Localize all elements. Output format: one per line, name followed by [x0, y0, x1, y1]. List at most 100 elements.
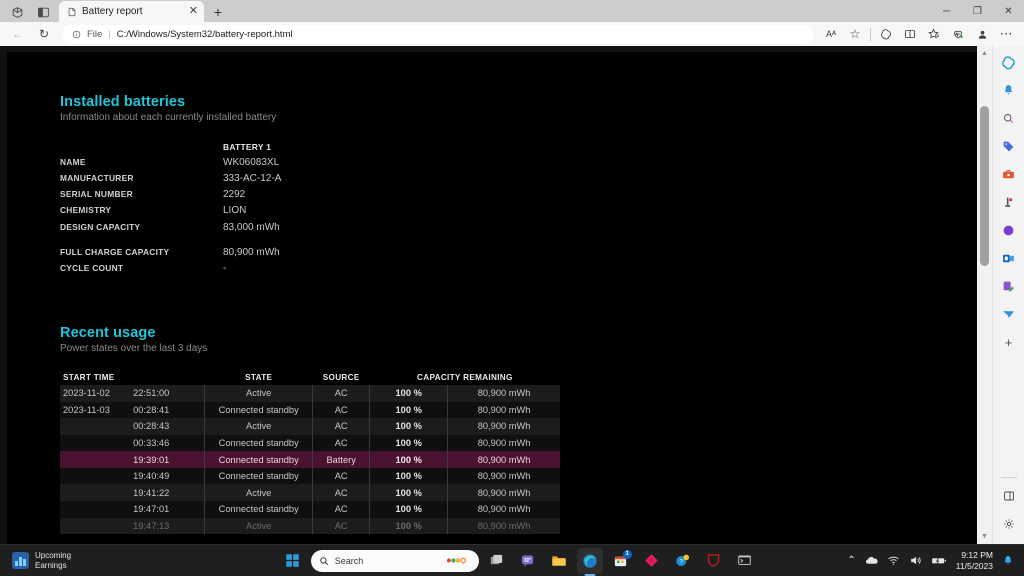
new-tab-button[interactable]: +	[206, 2, 230, 22]
cell-percent: 100 %	[369, 501, 449, 518]
sidebar-item-copilot[interactable]	[996, 49, 1022, 75]
row-value: -	[223, 263, 227, 275]
back-icon[interactable]: ←	[6, 23, 30, 45]
wifi-icon[interactable]	[887, 554, 900, 567]
cell-source: AC	[312, 517, 371, 535]
taskbar-item-task-view[interactable]	[484, 548, 510, 574]
taskbar-search[interactable]: Search	[310, 549, 479, 572]
tray-overflow-icon[interactable]: ⌃	[847, 555, 855, 566]
sidebar-item-games[interactable]	[996, 189, 1022, 215]
sidebar-item-tools[interactable]	[996, 161, 1022, 187]
widget-label: Upcoming Earnings	[35, 551, 71, 571]
more-options-icon[interactable]: ⋯	[994, 23, 1018, 45]
sidebar-settings-icon[interactable]	[996, 511, 1022, 537]
cell-percent: 100 %	[369, 451, 449, 468]
sidebar-item-drop[interactable]	[996, 301, 1022, 327]
taskbar-item-red-diamond-app[interactable]	[639, 548, 665, 574]
cell-time: 19:41:22	[129, 484, 206, 502]
sidebar-item-customize[interactable]: +	[996, 329, 1022, 355]
scroll-up-icon[interactable]: ▲	[977, 46, 992, 61]
cell-percent: 100 %	[369, 434, 449, 452]
onedrive-icon[interactable]	[865, 554, 878, 567]
taskbar-item-microsoft-store[interactable]: 1	[608, 548, 634, 574]
cell-date	[60, 517, 130, 535]
volume-icon[interactable]	[909, 554, 922, 567]
cell-percent: 100 %	[369, 418, 449, 435]
taskbar-item-file-explorer[interactable]	[546, 548, 572, 574]
copilot-bloom-icon[interactable]	[445, 555, 471, 566]
table-row: 19:47:13 Active AC 100 % 80,900 mWh	[60, 517, 560, 535]
minimize-button[interactable]: ─	[931, 0, 962, 22]
taskbar-item-microsoft-edge[interactable]	[576, 547, 603, 574]
cell-date	[60, 484, 130, 502]
page-scrollbar[interactable]: ▲ ▼	[977, 46, 992, 544]
sidebar-item-shopping[interactable]	[996, 133, 1022, 159]
cell-state: Connected standby	[204, 467, 314, 485]
reload-icon[interactable]: ↻	[32, 23, 56, 45]
sidebar-toggle-icon[interactable]	[996, 483, 1022, 509]
sidebar-item-search[interactable]	[996, 105, 1022, 131]
notification-bell-icon[interactable]	[1002, 555, 1014, 567]
table-row: FULL CHARGE CAPACITY 80,900 mWh	[60, 235, 281, 261]
browser-essentials-icon[interactable]	[946, 23, 970, 45]
sidebar-item-onenote[interactable]	[996, 273, 1022, 299]
row-key: MANUFACTURER	[60, 172, 134, 183]
row-value: 333-AC-12-A	[223, 172, 282, 184]
browser-tab[interactable]: Battery report ✕	[59, 1, 204, 22]
installed-batteries-table: BATTERY 1 NAME WK06083XL MANUFACTURER 33…	[60, 139, 281, 277]
copilot-icon[interactable]	[874, 23, 898, 45]
widget-line-2: Earnings	[35, 560, 67, 570]
cell-capacity: 80,900 mWh	[447, 418, 560, 435]
cell-date	[60, 434, 130, 452]
sidebar-item-outlook[interactable]	[996, 245, 1022, 271]
scroll-down-icon[interactable]: ▼	[977, 529, 992, 544]
tab-actions-icon[interactable]	[30, 2, 56, 22]
document-icon	[67, 7, 77, 17]
battery-charging-icon[interactable]	[931, 554, 947, 567]
workspaces-icon[interactable]	[4, 2, 30, 22]
cell-percent: 100 %	[369, 484, 449, 502]
taskbar-item-mcafee[interactable]	[701, 548, 727, 574]
widget-upcoming-earnings[interactable]: Upcoming Earnings	[0, 551, 190, 571]
cell-capacity: 80,900 mWh	[447, 451, 560, 468]
content-area: Installed batteries Information about ea…	[0, 46, 1024, 544]
taskbar-item-chat[interactable]	[515, 548, 541, 574]
cell-date	[60, 501, 130, 518]
address-separator: |	[108, 28, 111, 40]
close-window-button[interactable]: ✕	[993, 0, 1024, 22]
row-key: NAME	[60, 156, 86, 167]
address-bar[interactable]: File | C:/Windows/System32/battery-repor…	[62, 24, 813, 44]
cell-state: Connected standby	[204, 434, 314, 452]
table-row: 19:40:49 Connected standby AC 100 % 80,900 m…	[60, 467, 560, 485]
split-screen-icon[interactable]	[898, 23, 922, 45]
header-capacity-remaining: CAPACITY REMAINING	[369, 369, 560, 385]
close-icon[interactable]: ✕	[189, 6, 198, 17]
scrollbar-thumb[interactable]	[980, 106, 989, 266]
start-button[interactable]	[280, 548, 306, 574]
add-favorite-icon[interactable]: ☆	[843, 23, 867, 45]
maximize-button[interactable]: ❐	[962, 0, 993, 22]
search-icon	[319, 556, 329, 566]
tab-title: Battery report	[82, 6, 143, 17]
table-row: BATTERY 1	[60, 139, 281, 154]
cell-capacity: 80,900 mWh	[447, 434, 560, 452]
taskbar-item-terminal[interactable]	[732, 548, 758, 574]
row-key: CHEMISTRY	[60, 205, 112, 216]
sidebar-item-notifications[interactable]	[996, 77, 1022, 103]
sidebar-item-microsoft-365[interactable]	[996, 217, 1022, 243]
profile-icon[interactable]	[970, 23, 994, 45]
table-row: CHEMISTRY LION	[60, 203, 281, 219]
installed-batteries-title: Installed batteries	[60, 94, 186, 110]
cell-source: AC	[312, 484, 371, 502]
header-start-time: START TIME	[60, 369, 205, 385]
taskbar-clock[interactable]: 9:12 PM 11/5/2023	[956, 550, 993, 572]
row-key: FULL CHARGE CAPACITY	[60, 247, 170, 258]
taskbar-item-support-assistant[interactable]: ?	[670, 548, 696, 574]
table-row: 00:33:46 Connected standby AC 100 % 80,900 m…	[60, 434, 560, 452]
cell-percent: 100 %	[369, 517, 449, 535]
cell-percent: 100 %	[369, 401, 449, 419]
spacer-cell	[60, 139, 223, 154]
read-aloud-icon[interactable]: Aᴬ	[819, 23, 843, 45]
collections-icon[interactable]	[922, 23, 946, 45]
table-row: MANUFACTURER 333-AC-12-A	[60, 170, 281, 186]
